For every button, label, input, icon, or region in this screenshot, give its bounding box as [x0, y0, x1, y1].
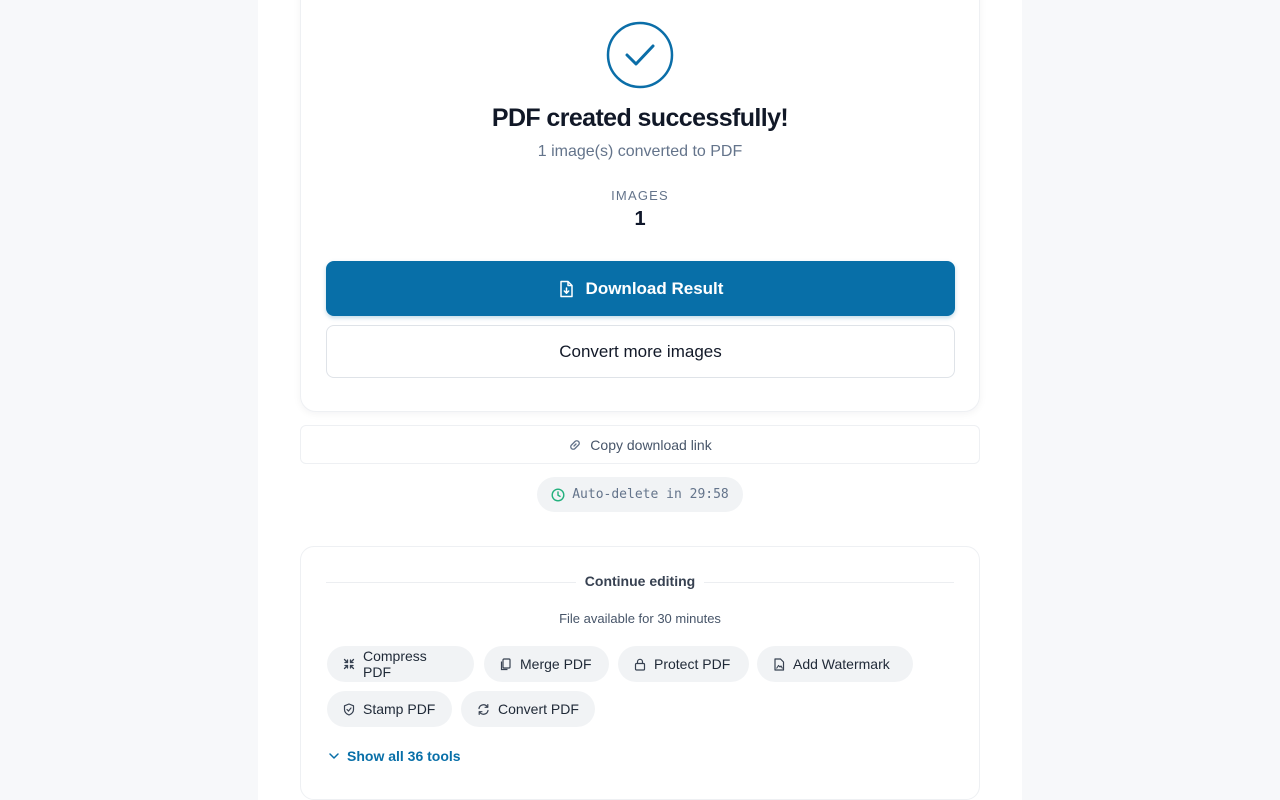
lock-icon [634, 658, 646, 671]
file-download-icon [559, 280, 573, 297]
success-subtitle: 1 image(s) converted to PDF [537, 143, 743, 160]
link-icon [570, 439, 581, 450]
clock-icon [551, 487, 565, 502]
refresh-icon [478, 703, 489, 715]
auto-delete-text: Auto-delete in 29:58 [572, 487, 729, 502]
download-result-button[interactable]: Download Result [326, 261, 955, 316]
chevron-down-icon [329, 753, 339, 759]
images-stat-label: IMAGES [611, 188, 669, 203]
tool-stamp-pdf[interactable]: Stamp PDF [327, 691, 452, 727]
merge-icon [500, 657, 511, 670]
copy-download-link-label: Copy download link [590, 436, 712, 453]
compress-icon [343, 658, 355, 670]
success-check-icon [606, 21, 674, 89]
tool-protect-pdf[interactable]: Protect PDF [618, 646, 749, 682]
auto-delete-timer: Auto-delete in 29:58 [537, 477, 743, 512]
tool-merge-pdf-label: Merge PDF [520, 656, 592, 672]
convert-more-button[interactable]: Convert more images [326, 325, 955, 378]
convert-more-label: Convert more images [559, 341, 722, 361]
tool-compress-pdf[interactable]: Compress PDF [327, 646, 474, 682]
success-title: PDF created successfully! [491, 104, 789, 132]
tool-stamp-pdf-label: Stamp PDF [363, 701, 436, 717]
divider-right [704, 582, 954, 583]
show-all-tools-link[interactable]: Show all 36 tools [328, 748, 461, 764]
tool-compress-pdf-label: Compress PDF [363, 648, 427, 680]
tool-convert-pdf[interactable]: Convert PDF [461, 691, 595, 727]
images-stat-value: 1 [634, 208, 646, 230]
continue-editing-title: Continue editing [584, 573, 696, 589]
divider-left [326, 582, 576, 583]
tool-add-watermark-label: Add Watermark [793, 656, 890, 672]
watermark-icon [774, 657, 785, 671]
stamp-icon [343, 702, 355, 716]
tool-merge-pdf[interactable]: Merge PDF [484, 646, 609, 682]
tool-convert-pdf-label: Convert PDF [498, 701, 579, 717]
tool-protect-pdf-label: Protect PDF [654, 656, 731, 672]
show-all-tools-label: Show all 36 tools [347, 748, 461, 764]
copy-download-link-button[interactable]: Copy download link [300, 425, 980, 464]
file-availability-note: File available for 30 minutes [559, 611, 721, 626]
tool-add-watermark[interactable]: Add Watermark [757, 646, 913, 682]
download-result-label: Download Result [585, 278, 724, 298]
